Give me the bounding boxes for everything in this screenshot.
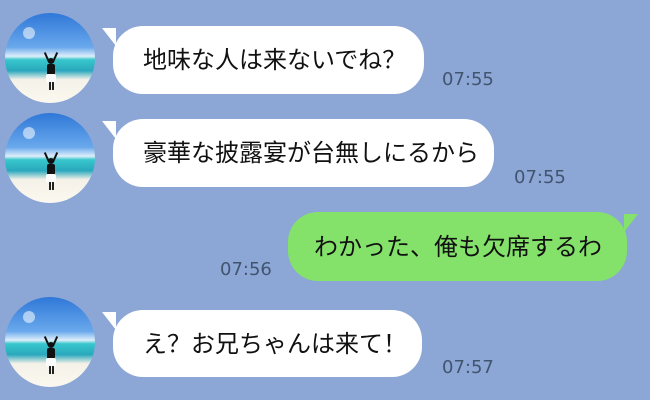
person-figure	[43, 52, 59, 90]
incoming-message-bubble[interactable]: 豪華な披露宴が台無しにるから	[102, 119, 494, 187]
bubble-tail	[624, 214, 638, 232]
bubble-tail	[102, 28, 116, 46]
incoming-message-bubble[interactable]: え？お兄ちゃんは来て！	[102, 310, 422, 377]
message-timestamp: 07:55	[514, 167, 566, 188]
incoming-message-bubble[interactable]: 地味な人は来ないでね？	[102, 26, 424, 94]
message-timestamp: 07:55	[442, 69, 494, 90]
message-text: え？お兄ちゃんは来て！	[143, 329, 407, 358]
contact-avatar[interactable]	[5, 13, 95, 103]
contact-avatar[interactable]	[5, 113, 95, 203]
contact-avatar[interactable]	[5, 297, 95, 387]
message-timestamp: 07:57	[442, 357, 494, 378]
message-text: 豪華な披露宴が台無しにるから	[143, 139, 479, 167]
message-text: わかった、俺も欠席するわ	[314, 232, 602, 261]
chat-screen: 地味な人は来ないでね？ 07:55 豪華な披露宴が台無しにるから 07:55 わ…	[0, 0, 650, 400]
message-timestamp: 07:56	[220, 259, 272, 280]
sun-glow	[23, 27, 35, 39]
person-figure	[43, 152, 59, 190]
message-text: 地味な人は来ないでね？	[143, 46, 407, 74]
bubble-tail	[102, 121, 116, 139]
bubble-tail	[102, 312, 116, 330]
sun-glow	[23, 311, 35, 323]
person-figure	[43, 336, 59, 374]
sun-glow	[23, 127, 35, 139]
outgoing-message-bubble[interactable]: わかった、俺も欠席するわ	[288, 212, 638, 281]
